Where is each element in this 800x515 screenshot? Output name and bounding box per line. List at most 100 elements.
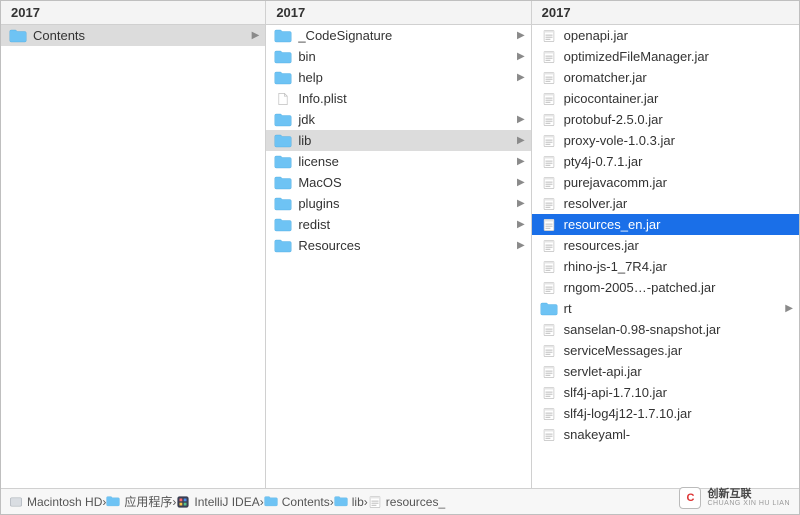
- list-item[interactable]: resources_en.jar: [532, 214, 799, 235]
- list-item[interactable]: sanselan-0.98-snapshot.jar: [532, 319, 799, 340]
- jar-icon: [540, 28, 558, 44]
- list-item[interactable]: _CodeSignature▶: [266, 25, 530, 46]
- item-label: jdk: [298, 112, 514, 127]
- list-item[interactable]: lib▶: [266, 130, 530, 151]
- chevron-right-icon: ▶: [515, 177, 525, 188]
- folder-icon: [264, 496, 278, 508]
- breadcrumb-segment[interactable]: lib: [334, 495, 364, 509]
- list-item[interactable]: rhino-js-1_7R4.jar: [532, 256, 799, 277]
- folder-icon: [274, 196, 292, 212]
- list-item[interactable]: snakeyaml-: [532, 424, 799, 445]
- chevron-right-icon: ▶: [515, 156, 525, 167]
- list-item[interactable]: plugins▶: [266, 193, 530, 214]
- column-2: 2017openapi.jaroptimizedFileManager.jaro…: [532, 1, 799, 488]
- jar-icon: [540, 238, 558, 254]
- list-item[interactable]: openapi.jar: [532, 25, 799, 46]
- list-item[interactable]: redist▶: [266, 214, 530, 235]
- list-item[interactable]: picocontainer.jar: [532, 88, 799, 109]
- app-icon: [176, 496, 190, 508]
- jar-icon: [540, 322, 558, 338]
- list-item[interactable]: protobuf-2.5.0.jar: [532, 109, 799, 130]
- column-header[interactable]: 2017: [266, 1, 530, 25]
- column-1: 2017_CodeSignature▶bin▶help▶Info.plistjd…: [266, 1, 531, 488]
- list-item[interactable]: oromatcher.jar: [532, 67, 799, 88]
- chevron-right-icon: ▶: [783, 303, 793, 314]
- item-label: snakeyaml-: [564, 427, 793, 442]
- breadcrumb-segment[interactable]: Contents: [264, 495, 330, 509]
- list-item[interactable]: proxy-vole-1.0.3.jar: [532, 130, 799, 151]
- list-item[interactable]: rngom-2005…-patched.jar: [532, 277, 799, 298]
- breadcrumb-segment[interactable]: 应用程序: [106, 493, 172, 510]
- list-item[interactable]: optimizedFileManager.jar: [532, 46, 799, 67]
- list-item[interactable]: license▶: [266, 151, 530, 172]
- breadcrumb-label: IntelliJ IDEA: [194, 495, 259, 509]
- item-label: rngom-2005…-patched.jar: [564, 280, 793, 295]
- folder-icon: [274, 49, 292, 65]
- chevron-right-icon: ▶: [515, 135, 525, 146]
- list-item[interactable]: bin▶: [266, 46, 530, 67]
- disk-icon: [9, 496, 23, 508]
- list-item[interactable]: slf4j-log4j12-1.7.10.jar: [532, 403, 799, 424]
- column-header[interactable]: 2017: [1, 1, 265, 25]
- breadcrumb-label: resources_: [386, 495, 445, 509]
- list-item[interactable]: Info.plist: [266, 88, 530, 109]
- item-label: Contents: [33, 28, 249, 43]
- list-item[interactable]: pty4j-0.7.1.jar: [532, 151, 799, 172]
- column-body[interactable]: openapi.jar optimizedFileManager.jar oroma…: [532, 25, 799, 488]
- jar-icon: [540, 280, 558, 296]
- item-label: pty4j-0.7.1.jar: [564, 154, 793, 169]
- jar-icon: [540, 406, 558, 422]
- list-item[interactable]: serviceMessages.jar: [532, 340, 799, 361]
- list-item[interactable]: MacOS▶: [266, 172, 530, 193]
- item-label: resources_en.jar: [564, 217, 793, 232]
- breadcrumb-segment[interactable]: Macintosh HD: [9, 495, 102, 509]
- folder-icon: [274, 28, 292, 44]
- column-header[interactable]: 2017: [532, 1, 799, 25]
- jar-icon: [540, 217, 558, 233]
- item-label: _CodeSignature: [298, 28, 514, 43]
- breadcrumb-segment[interactable]: IntelliJ IDEA: [176, 495, 259, 509]
- jar-icon: [368, 496, 382, 508]
- list-item[interactable]: purejavacomm.jar: [532, 172, 799, 193]
- column-body[interactable]: Contents▶: [1, 25, 265, 488]
- folder-icon: [274, 133, 292, 149]
- list-item[interactable]: servlet-api.jar: [532, 361, 799, 382]
- item-label: optimizedFileManager.jar: [564, 49, 793, 64]
- list-item[interactable]: resolver.jar: [532, 193, 799, 214]
- item-label: MacOS: [298, 175, 514, 190]
- jar-icon: [540, 49, 558, 65]
- jar-icon: [540, 112, 558, 128]
- list-item[interactable]: Resources▶: [266, 235, 530, 256]
- folder-icon: [274, 217, 292, 233]
- list-item[interactable]: help▶: [266, 67, 530, 88]
- watermark-sub: CHUANG XIN HU LIAN: [707, 500, 790, 507]
- jar-icon: [540, 133, 558, 149]
- watermark-logo-icon: C: [679, 487, 701, 509]
- item-label: rhino-js-1_7R4.jar: [564, 259, 793, 274]
- list-item[interactable]: resources.jar: [532, 235, 799, 256]
- column-body[interactable]: _CodeSignature▶bin▶help▶Info.plistjdk▶li…: [266, 25, 530, 488]
- watermark-brand: 创新互联: [707, 489, 790, 501]
- folder-icon: [274, 70, 292, 86]
- breadcrumb-label: 应用程序: [124, 493, 172, 510]
- jar-icon: [540, 385, 558, 401]
- chevron-right-icon: ▶: [515, 51, 525, 62]
- chevron-right-icon: ▶: [515, 240, 525, 251]
- chevron-right-icon: ▶: [249, 30, 259, 41]
- list-item[interactable]: slf4j-api-1.7.10.jar: [532, 382, 799, 403]
- item-label: slf4j-log4j12-1.7.10.jar: [564, 406, 793, 421]
- list-item[interactable]: jdk▶: [266, 109, 530, 130]
- chevron-right-icon: ▶: [515, 198, 525, 209]
- item-label: resolver.jar: [564, 196, 793, 211]
- breadcrumb-label: Macintosh HD: [27, 495, 102, 509]
- folder-icon: [540, 301, 558, 317]
- list-item[interactable]: Contents▶: [1, 25, 265, 46]
- item-label: bin: [298, 49, 514, 64]
- breadcrumb-label: Contents: [282, 495, 330, 509]
- item-label: servlet-api.jar: [564, 364, 793, 379]
- jar-icon: [540, 343, 558, 359]
- list-item[interactable]: rt▶: [532, 298, 799, 319]
- item-label: plugins: [298, 196, 514, 211]
- folder-icon: [274, 175, 292, 191]
- breadcrumb-segment[interactable]: resources_: [368, 495, 445, 509]
